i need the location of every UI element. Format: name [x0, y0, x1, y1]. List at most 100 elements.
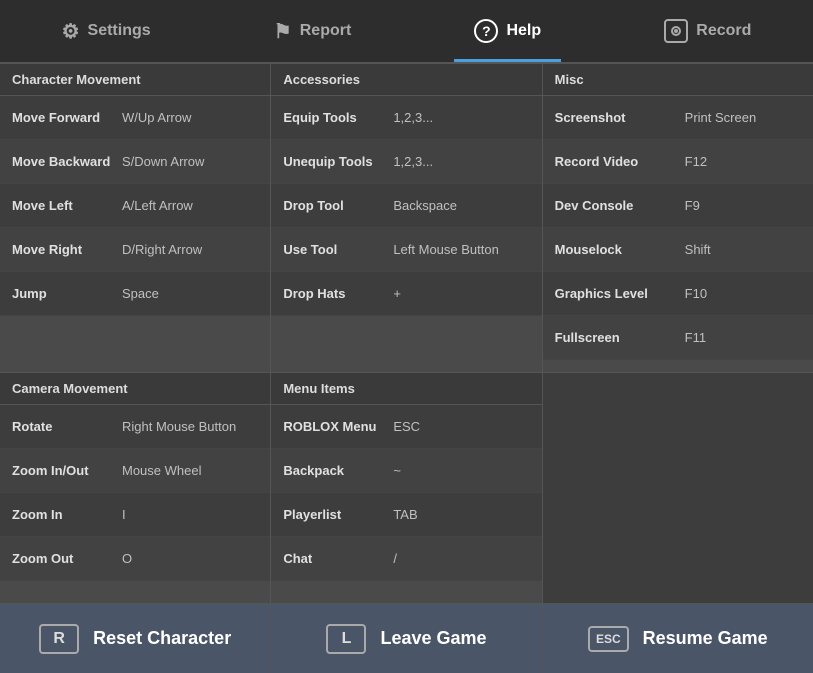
action-label: Graphics Level	[555, 286, 685, 301]
action-label: ROBLOX Menu	[283, 419, 393, 434]
header: ⚙ Settings ⚑ Report ? Help Record	[0, 0, 813, 64]
tab-help-label: Help	[506, 22, 541, 40]
table-row: Unequip Tools1,2,3...	[271, 140, 541, 184]
menu-items-column: Menu Items ROBLOX MenuESCBackpack~Player…	[271, 373, 542, 603]
tab-report[interactable]: ⚑ Report	[254, 0, 372, 62]
action-label: Move Left	[12, 198, 122, 213]
table-row: Use ToolLeft Mouse Button	[271, 228, 541, 272]
help-icon: ?	[474, 19, 498, 43]
table-row: PlayerlistTAB	[271, 493, 541, 537]
camera-movement-header: Camera Movement	[0, 373, 270, 405]
menu-items-rows: ROBLOX MenuESCBackpack~PlayerlistTABChat…	[271, 405, 541, 581]
key-label: I	[122, 507, 126, 522]
tab-record[interactable]: Record	[644, 0, 771, 62]
key-label: /	[393, 551, 397, 566]
table-row: Zoom InI	[0, 493, 270, 537]
table-row: Record VideoF12	[543, 140, 813, 184]
key-label: 1,2,3...	[393, 154, 433, 169]
key-label: Backspace	[393, 198, 457, 213]
main-content: Character Movement Move ForwardW/Up Arro…	[0, 64, 813, 603]
table-row: Dev ConsoleF9	[543, 184, 813, 228]
table-row: Graphics LevelF10	[543, 272, 813, 316]
key-label: S/Down Arrow	[122, 154, 204, 169]
table-row: Move LeftA/Left Arrow	[0, 184, 270, 228]
key-label: F9	[685, 198, 700, 213]
key-label: F10	[685, 286, 707, 301]
empty-bottom-column	[543, 373, 813, 603]
table-row: Move ForwardW/Up Arrow	[0, 96, 270, 140]
tab-settings-label: Settings	[88, 22, 151, 40]
reset-label: Reset Character	[93, 628, 231, 649]
tab-settings[interactable]: ⚙ Settings	[42, 0, 171, 62]
action-label: Backpack	[283, 463, 393, 478]
table-row: ScreenshotPrint Screen	[543, 96, 813, 140]
tab-help[interactable]: ? Help	[454, 0, 561, 62]
table-row: JumpSpace	[0, 272, 270, 316]
resume-label: Resume Game	[643, 628, 768, 649]
table-row: ROBLOX MenuESC	[271, 405, 541, 449]
camera-movement-rows: RotateRight Mouse ButtonZoom In/OutMouse…	[0, 405, 270, 581]
table-row: FullscreenF11	[543, 316, 813, 360]
key-label: D/Right Arrow	[122, 242, 202, 257]
key-label: Mouse Wheel	[122, 463, 201, 478]
action-label: Chat	[283, 551, 393, 566]
action-label: Mouselock	[555, 242, 685, 257]
key-label: O	[122, 551, 132, 566]
resume-game-button[interactable]: ESC Resume Game	[543, 604, 813, 673]
table-row: Chat/	[271, 537, 541, 581]
table-row: Zoom OutO	[0, 537, 270, 581]
key-label: TAB	[393, 507, 417, 522]
tab-record-label: Record	[696, 22, 751, 40]
action-label: Move Backward	[12, 154, 122, 169]
reset-character-button[interactable]: R Reset Character	[0, 604, 271, 673]
key-label: F11	[685, 330, 706, 345]
leave-game-button[interactable]: L Leave Game	[271, 604, 542, 673]
top-row: Character Movement Move ForwardW/Up Arro…	[0, 64, 813, 373]
action-label: Zoom Out	[12, 551, 122, 566]
key-label: Space	[122, 286, 159, 301]
action-label: Dev Console	[555, 198, 685, 213]
resume-key-badge: ESC	[588, 626, 629, 652]
misc-rows: ScreenshotPrint ScreenRecord VideoF12Dev…	[543, 96, 813, 360]
leave-key-badge: L	[326, 624, 366, 654]
action-label: Rotate	[12, 419, 122, 434]
record-icon	[664, 19, 688, 43]
table-row: Drop Hats+	[271, 272, 541, 316]
action-label: Fullscreen	[555, 330, 685, 345]
key-label: Left Mouse Button	[393, 242, 499, 257]
key-label: Shift	[685, 242, 711, 257]
action-label: Move Right	[12, 242, 122, 257]
action-label: Move Forward	[12, 110, 122, 125]
table-row: Drop ToolBackspace	[271, 184, 541, 228]
action-label: Unequip Tools	[283, 154, 393, 169]
accessories-rows: Equip Tools1,2,3...Unequip Tools1,2,3...…	[271, 96, 541, 316]
action-label: Screenshot	[555, 110, 685, 125]
table-row: Move BackwardS/Down Arrow	[0, 140, 270, 184]
action-label: Drop Hats	[283, 286, 393, 301]
accessories-column: Accessories Equip Tools1,2,3...Unequip T…	[271, 64, 542, 372]
key-label: A/Left Arrow	[122, 198, 193, 213]
table-row: Backpack~	[271, 449, 541, 493]
footer: R Reset Character L Leave Game ESC Resum…	[0, 603, 813, 673]
table-row: RotateRight Mouse Button	[0, 405, 270, 449]
key-label: 1,2,3...	[393, 110, 433, 125]
key-label: Print Screen	[685, 110, 757, 125]
character-movement-rows: Move ForwardW/Up ArrowMove BackwardS/Dow…	[0, 96, 270, 316]
action-label: Jump	[12, 286, 122, 301]
table-row: Zoom In/OutMouse Wheel	[0, 449, 270, 493]
action-label: Drop Tool	[283, 198, 393, 213]
camera-movement-column: Camera Movement RotateRight Mouse Button…	[0, 373, 271, 603]
action-label: Zoom In/Out	[12, 463, 122, 478]
settings-icon: ⚙	[62, 19, 80, 44]
misc-header: Misc	[543, 64, 813, 96]
action-label: Use Tool	[283, 242, 393, 257]
key-label: ESC	[393, 419, 420, 434]
action-label: Equip Tools	[283, 110, 393, 125]
action-label: Record Video	[555, 154, 685, 169]
misc-column: Misc ScreenshotPrint ScreenRecord VideoF…	[543, 64, 813, 372]
key-label: ~	[393, 463, 401, 478]
table-row: Equip Tools1,2,3...	[271, 96, 541, 140]
table-row: Move RightD/Right Arrow	[0, 228, 270, 272]
key-label: W/Up Arrow	[122, 110, 191, 125]
character-movement-column: Character Movement Move ForwardW/Up Arro…	[0, 64, 271, 372]
